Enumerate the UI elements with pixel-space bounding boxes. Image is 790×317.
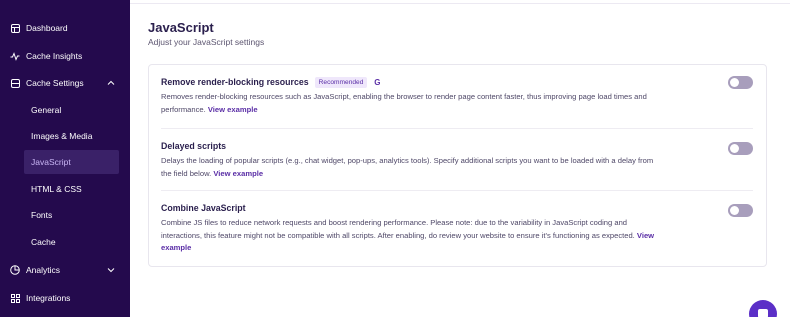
setting-title: Remove render-blocking resources Recomme… [161, 76, 751, 88]
chat-support-button[interactable] [749, 300, 777, 317]
sidebar-item-integrations[interactable]: Integrations [0, 285, 130, 311]
sidebar-subitem-label: HTML & CSS [31, 184, 82, 194]
google-icon: G [374, 77, 381, 87]
sidebar-item-analytics[interactable]: Analytics [0, 257, 130, 283]
toggle-knob [730, 144, 739, 153]
setting-title-text: Delayed scripts [161, 141, 227, 151]
setting-description: Combine JS files to reduce network reque… [161, 217, 661, 255]
setting-description: Removes render-blocking resources such a… [161, 91, 661, 116]
sidebar-subitem-images-media[interactable]: Images & Media [24, 124, 119, 148]
integrations-icon [10, 293, 20, 303]
toggle-delayed-scripts[interactable] [728, 142, 753, 155]
sidebar-subitem-label: JavaScript [31, 157, 71, 167]
recommended-badge: Recommended [314, 76, 368, 88]
sidebar-subitem-fonts[interactable]: Fonts [24, 203, 119, 227]
sidebar-item-cache-settings[interactable]: Cache Settings [0, 70, 130, 96]
setting-title: Combine JavaScript [161, 202, 751, 214]
setting-title-text: Combine JavaScript [161, 203, 246, 213]
setting-combine-javascript: Combine JavaScript Combine JS files to r… [161, 202, 751, 255]
dashboard-icon [10, 23, 20, 33]
sidebar-subitem-label: General [31, 105, 62, 115]
sidebar-item-label: Cache Settings [26, 78, 84, 88]
setting-divider [161, 190, 753, 191]
sidebar-subitem-cache[interactable]: Cache [24, 230, 119, 254]
chat-icon [758, 309, 768, 317]
sidebar-item-label: Integrations [26, 293, 71, 303]
setting-divider [161, 128, 753, 129]
setting-description-text: Combine JS files to reduce network reque… [161, 218, 635, 240]
top-divider [130, 3, 790, 4]
setting-description: Delays the loading of popular scripts (e… [161, 155, 661, 180]
settings-icon [10, 78, 20, 88]
setting-delayed-scripts: Delayed scripts Delays the loading of po… [161, 140, 751, 180]
sidebar-subitem-javascript[interactable]: JavaScript [24, 150, 119, 174]
sidebar-subitem-html-css[interactable]: HTML & CSS [24, 177, 119, 201]
toggle-knob [730, 206, 739, 215]
analytics-icon [10, 265, 20, 275]
toggle-knob [730, 78, 739, 87]
setting-title: Delayed scripts [161, 140, 751, 152]
page-subtitle: Adjust your JavaScript settings [148, 37, 265, 47]
sidebar-subitem-label: Fonts [31, 210, 53, 220]
sidebar-item-label: Dashboard [26, 23, 68, 33]
sidebar-item-label: Cache Insights [26, 51, 83, 61]
sidebar-subitem-label: Cache [31, 237, 56, 247]
sidebar-item-label: Analytics [26, 265, 61, 275]
chevron-up-icon[interactable] [106, 78, 116, 88]
view-example-link[interactable]: View example [213, 169, 263, 178]
page-title: JavaScript [148, 20, 214, 35]
setting-remove-render-blocking: Remove render-blocking resources Recomme… [161, 76, 751, 116]
sidebar-item-cache-insights[interactable]: Cache Insights [0, 43, 130, 69]
insights-icon [10, 51, 20, 61]
toggle-combine-javascript[interactable] [728, 204, 753, 217]
toggle-remove-render-blocking[interactable] [728, 76, 753, 89]
sidebar-item-dashboard[interactable]: Dashboard [0, 15, 130, 41]
sidebar-subitem-general[interactable]: General [24, 98, 119, 122]
sidebar: Dashboard Cache Insights Cache Settings … [0, 0, 130, 317]
view-example-link[interactable]: View example [208, 105, 258, 114]
setting-title-text: Remove render-blocking resources [161, 77, 309, 87]
chevron-down-icon[interactable] [106, 265, 116, 275]
sidebar-subitem-label: Images & Media [31, 131, 93, 141]
